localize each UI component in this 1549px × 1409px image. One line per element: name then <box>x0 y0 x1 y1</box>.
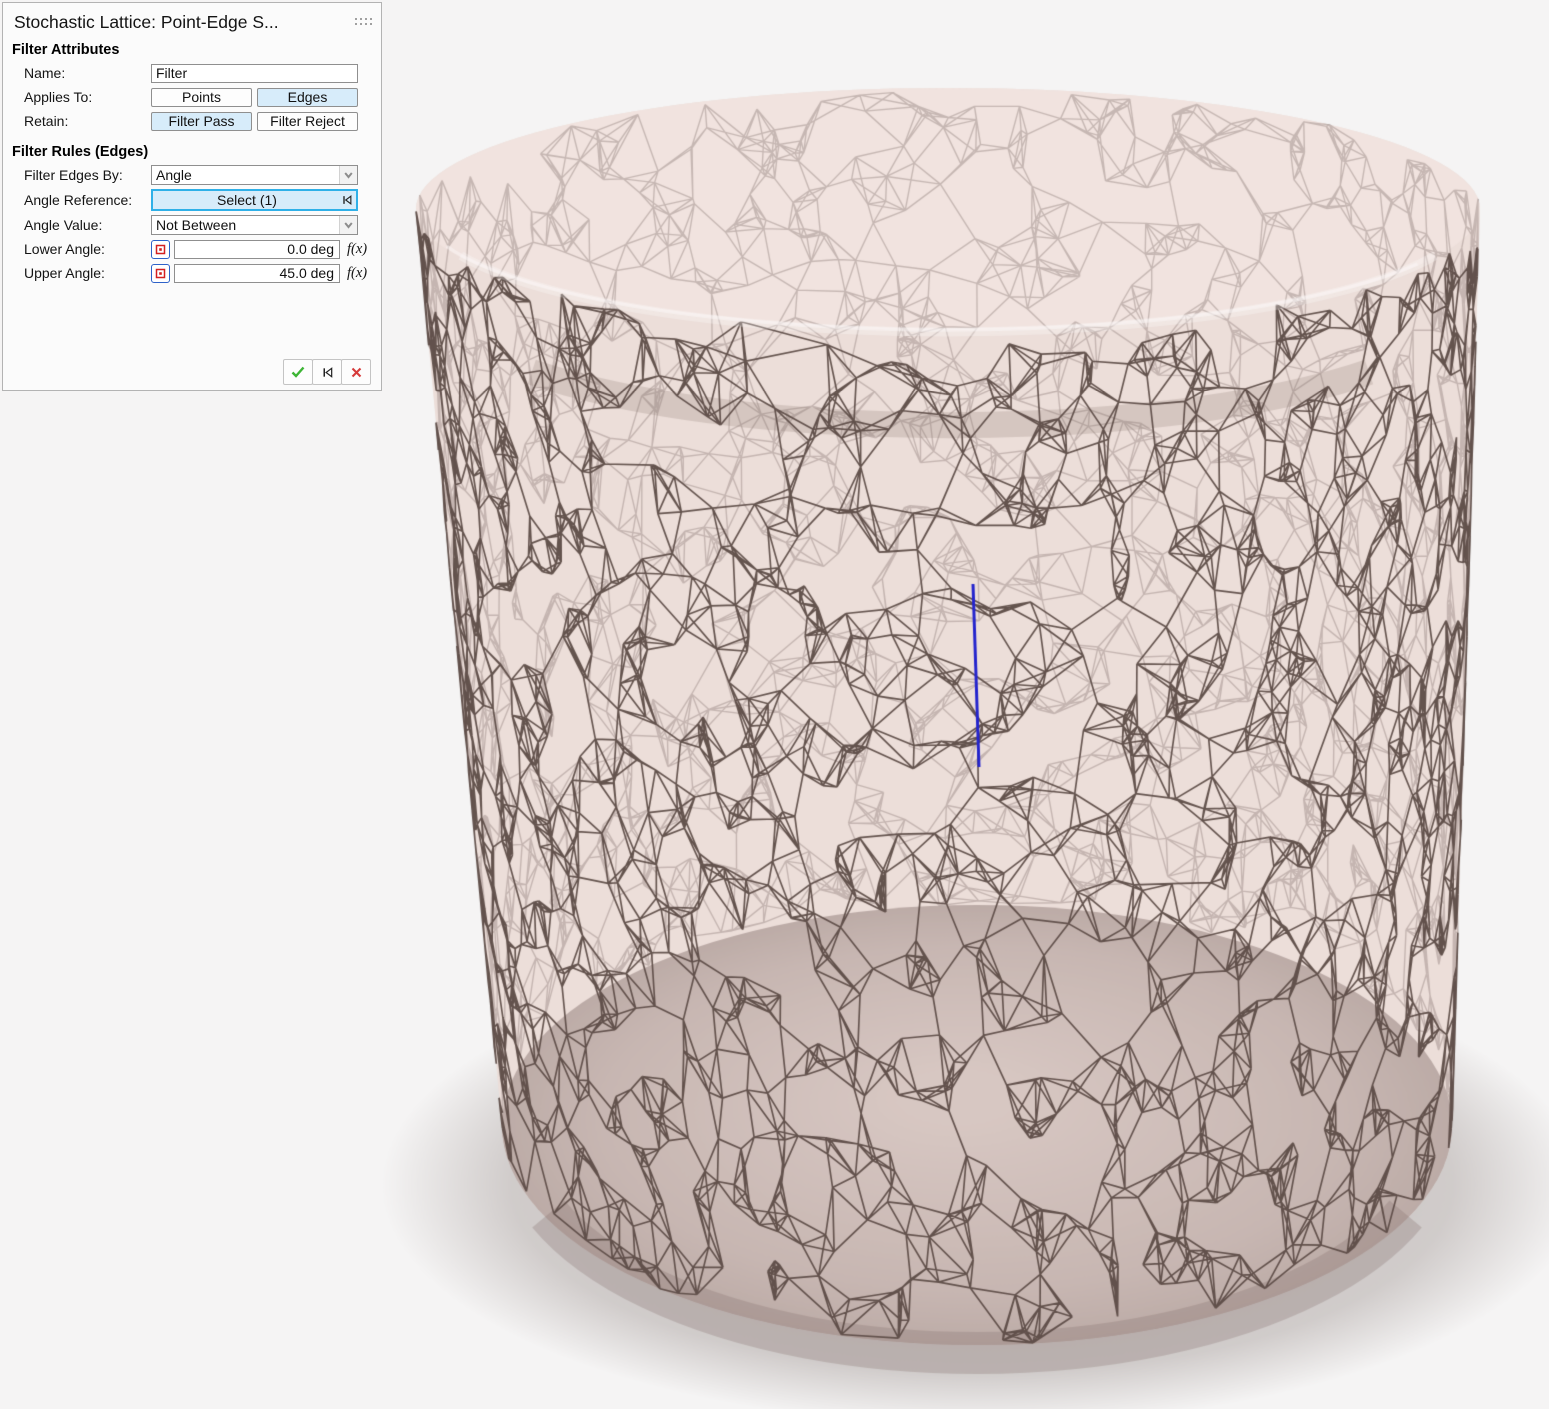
drag-grip-icon[interactable] <box>355 18 372 25</box>
angle-value-row: Angle Value: Not Between <box>24 215 381 235</box>
upper-angle-row: Upper Angle: f(x) <box>24 263 381 283</box>
lower-angle-driver-icon[interactable] <box>151 240 170 259</box>
chevron-down-icon[interactable] <box>339 166 357 184</box>
applies-to-edges-button[interactable]: Edges <box>257 88 358 107</box>
filter-edges-by-label: Filter Edges By: <box>24 167 151 183</box>
angle-reference-value: Select (1) <box>153 192 341 208</box>
upper-angle-input[interactable] <box>174 264 340 283</box>
applies-to-points-button[interactable]: Points <box>151 88 252 107</box>
lower-angle-fx-button[interactable]: f(x) <box>347 241 367 258</box>
lower-angle-label: Lower Angle: <box>24 241 151 257</box>
filter-edges-by-row: Filter Edges By: Angle <box>24 165 381 185</box>
upper-angle-label: Upper Angle: <box>24 265 151 281</box>
lower-angle-row: Lower Angle: f(x) <box>24 239 381 259</box>
angle-value-value: Not Between <box>152 217 339 233</box>
name-label: Name: <box>24 65 151 81</box>
angle-value-label: Angle Value: <box>24 217 151 233</box>
stochastic-lattice-dialog: Stochastic Lattice: Point-Edge S... Filt… <box>2 2 382 391</box>
dialog-header: Stochastic Lattice: Point-Edge S... <box>3 3 381 33</box>
filter-edges-by-value: Angle <box>152 167 339 183</box>
angle-reference-label: Angle Reference: <box>24 192 151 208</box>
cancel-button[interactable] <box>341 359 371 385</box>
applies-to-row: Applies To: Points Edges <box>24 87 381 107</box>
check-icon <box>290 365 306 379</box>
applies-to-label: Applies To: <box>24 89 151 105</box>
close-icon <box>350 366 363 379</box>
retain-label: Retain: <box>24 113 151 129</box>
retain-row: Retain: Filter Pass Filter Reject <box>24 111 381 131</box>
confirm-button[interactable] <box>283 359 313 385</box>
name-input[interactable] <box>151 64 358 83</box>
reset-button[interactable] <box>312 359 342 385</box>
angle-reference-row: Angle Reference: Select (1) <box>24 189 381 211</box>
angle-reference-select-button[interactable]: Select (1) <box>151 189 358 211</box>
lower-angle-input[interactable] <box>174 240 340 259</box>
filter-rules-heading: Filter Rules (Edges) <box>12 144 381 160</box>
filter-edges-by-dropdown[interactable]: Angle <box>151 165 358 185</box>
dialog-title: Stochastic Lattice: Point-Edge S... <box>14 12 279 33</box>
retain-filter-pass-button[interactable]: Filter Pass <box>151 112 252 131</box>
name-row: Name: <box>24 63 381 83</box>
upper-angle-driver-icon[interactable] <box>151 264 170 283</box>
retain-filter-reject-button[interactable]: Filter Reject <box>257 112 358 131</box>
filter-attributes-heading: Filter Attributes <box>12 42 381 58</box>
dialog-actions <box>284 359 371 385</box>
upper-angle-fx-button[interactable]: f(x) <box>347 265 367 282</box>
skip-back-icon <box>321 366 334 379</box>
chevron-down-icon[interactable] <box>339 216 357 234</box>
angle-value-dropdown[interactable]: Not Between <box>151 215 358 235</box>
reselect-icon[interactable] <box>341 194 353 206</box>
